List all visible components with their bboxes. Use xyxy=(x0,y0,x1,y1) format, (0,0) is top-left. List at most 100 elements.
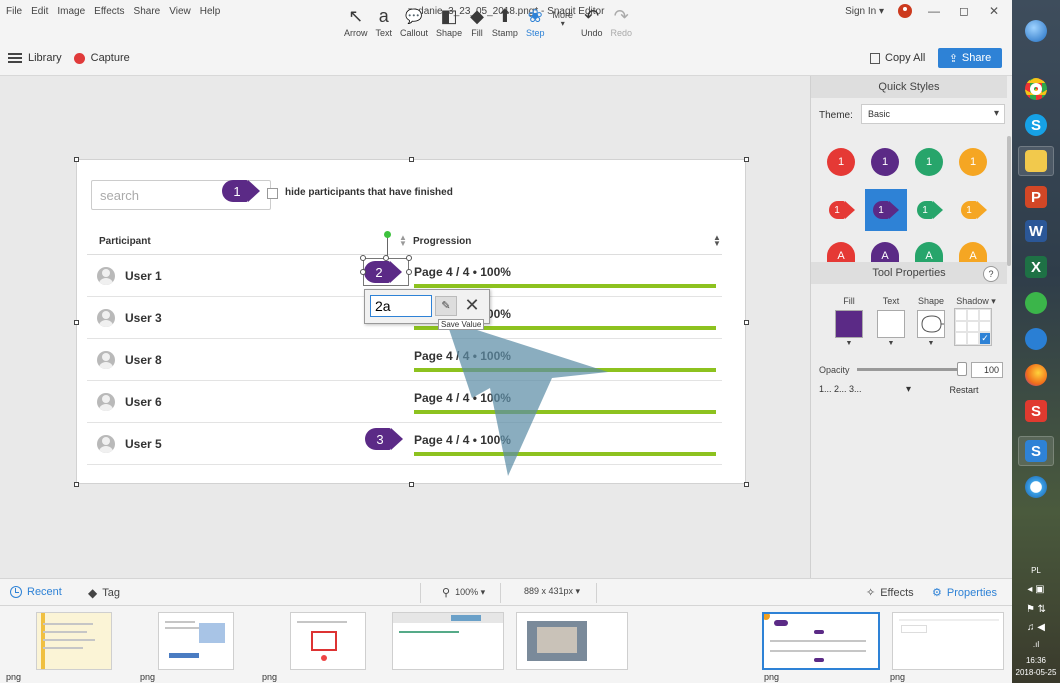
tool-fill[interactable]: ◆ Fill xyxy=(466,0,488,38)
menu-effects[interactable]: Effects xyxy=(94,6,124,17)
shape-swatch[interactable] xyxy=(917,310,945,338)
shadow-cell[interactable] xyxy=(979,320,991,332)
quick-style-step-arrow[interactable]: 1 xyxy=(961,201,987,219)
resize-handle[interactable] xyxy=(74,320,79,325)
theme-select[interactable]: Basic xyxy=(861,104,1005,124)
selection-handle[interactable] xyxy=(360,255,366,261)
taskbar-snagit-red[interactable]: S xyxy=(1018,396,1054,426)
menu-view[interactable]: View xyxy=(169,6,191,17)
selection-handle[interactable] xyxy=(383,255,389,261)
sort-icon[interactable]: ▲ ▼ xyxy=(713,234,721,248)
quick-style-letter[interactable]: A xyxy=(827,242,855,262)
tool-undo[interactable]: ↶ Undo xyxy=(577,0,607,38)
image-size-select[interactable]: 889 x 431px ▾ xyxy=(524,586,580,597)
tool-callout[interactable]: 💬 Callout xyxy=(396,0,432,38)
column-header-progression[interactable]: Progression xyxy=(413,236,471,247)
opacity-slider[interactable] xyxy=(857,368,965,371)
resize-handle[interactable] xyxy=(74,482,79,487)
quick-styles-scrollbar[interactable] xyxy=(1007,136,1011,266)
capture-thumbnail[interactable] xyxy=(158,612,234,670)
tag-button[interactable]: ◆ Tag xyxy=(88,586,120,600)
tray-icons[interactable]: ⚑ ⇅ xyxy=(1012,604,1060,615)
shadow-cell[interactable] xyxy=(955,309,967,321)
taskbar-app-green[interactable] xyxy=(1018,288,1054,318)
minimize-button[interactable]: — xyxy=(926,4,942,18)
library-button[interactable]: Library xyxy=(28,52,62,64)
close-editor-button[interactable]: ✕ xyxy=(461,292,483,318)
effects-button[interactable]: ✧ Effects xyxy=(866,586,914,600)
capture-thumbnail[interactable] xyxy=(290,612,366,670)
table-row[interactable]: User 8 Page 4 / 4 • 100% xyxy=(87,339,722,381)
user-account-icon[interactable] xyxy=(898,4,912,18)
selection-handle[interactable] xyxy=(406,269,412,275)
resize-handle[interactable] xyxy=(409,482,414,487)
text-dropdown-icon[interactable]: ▼ xyxy=(877,340,905,348)
quick-style-number[interactable]: 1 xyxy=(915,148,943,176)
share-button[interactable]: ⇪ Share xyxy=(938,48,1002,68)
step-selection-box[interactable] xyxy=(363,258,409,286)
shadow-cell[interactable] xyxy=(967,332,979,345)
sort-icon[interactable]: ▲ ▼ xyxy=(399,234,407,248)
taskbar-chrome[interactable] xyxy=(1018,74,1054,104)
resize-handle[interactable] xyxy=(409,157,414,162)
fill-dropdown-icon[interactable]: ▼ xyxy=(835,340,863,348)
numbering-select[interactable]: 1... 2... 3... xyxy=(819,384,911,400)
tray-icons[interactable]: ◂ ▣ xyxy=(1012,584,1060,595)
quick-style-number[interactable]: 1 xyxy=(827,148,855,176)
copy-all-button[interactable]: Copy All xyxy=(870,52,925,64)
taskbar-excel[interactable]: X xyxy=(1018,252,1054,282)
quick-style-step-arrow[interactable]: 1 xyxy=(873,201,899,219)
clock-date[interactable]: 2018-05-25 xyxy=(1012,668,1060,677)
capture-thumbnail[interactable] xyxy=(892,612,1004,670)
capture-record-icon[interactable] xyxy=(73,52,85,64)
selection-handle[interactable] xyxy=(360,269,366,275)
taskbar-powerpoint[interactable]: P xyxy=(1018,182,1054,212)
maximize-button[interactable]: ◻ xyxy=(956,4,972,18)
menu-share[interactable]: Share xyxy=(134,6,161,17)
tool-step[interactable]: ❀ Step xyxy=(522,0,549,38)
sign-in-button[interactable]: Sign In ▾ xyxy=(845,6,884,17)
step-marker-3[interactable]: 3 xyxy=(365,428,403,450)
column-header-participant[interactable]: Participant xyxy=(99,236,151,247)
selection-handle[interactable] xyxy=(406,255,412,261)
clock-time[interactable]: 16:36 xyxy=(1012,656,1060,665)
quick-style-letter[interactable]: A xyxy=(915,242,943,262)
shadow-cell[interactable] xyxy=(955,320,967,332)
tool-text[interactable]: a Text xyxy=(372,0,397,38)
capture-thumbnail[interactable] xyxy=(392,612,504,670)
menu-file[interactable]: File xyxy=(6,6,22,17)
opacity-slider-handle[interactable] xyxy=(957,362,967,376)
resize-handle[interactable] xyxy=(74,157,79,162)
taskbar-snagit-editor[interactable]: S xyxy=(1018,436,1054,466)
tool-redo[interactable]: ↷ Redo xyxy=(606,0,636,38)
capture-thumbnail-selected[interactable] xyxy=(762,612,880,670)
taskbar-firefox[interactable] xyxy=(1018,360,1054,390)
menu-image[interactable]: Image xyxy=(57,6,85,17)
tool-stamp[interactable]: ⬆ Stamp xyxy=(488,0,522,38)
text-color-swatch[interactable] xyxy=(877,310,905,338)
recent-button[interactable]: Recent xyxy=(10,586,62,598)
capture-button[interactable]: Capture xyxy=(91,52,130,64)
menu-help[interactable]: Help xyxy=(200,6,221,17)
quick-style-step-arrow[interactable]: 1 xyxy=(829,201,855,219)
taskbar-explorer[interactable] xyxy=(1018,146,1054,176)
taskbar-word[interactable]: W xyxy=(1018,216,1054,246)
zoom-select[interactable]: ⚲ 100% ▾ xyxy=(442,586,485,599)
restart-button[interactable]: Restart xyxy=(923,381,1005,399)
tool-shape[interactable]: ◧ Shape xyxy=(432,0,466,38)
shadow-cell[interactable] xyxy=(967,320,979,332)
rotation-handle[interactable] xyxy=(384,231,391,238)
taskbar-app-globe[interactable] xyxy=(1018,324,1054,354)
table-row[interactable]: User 6 Page 4 / 4 • 100% xyxy=(87,381,722,423)
shadow-cell[interactable] xyxy=(955,332,967,345)
tool-arrow[interactable]: ↖ Arrow xyxy=(340,0,372,38)
taskbar-opera[interactable] xyxy=(1018,472,1054,502)
capture-thumbnail[interactable] xyxy=(516,612,628,670)
properties-button[interactable]: ⚙ Properties xyxy=(932,586,997,600)
resize-handle[interactable] xyxy=(744,320,749,325)
shadow-cell[interactable] xyxy=(967,309,979,321)
shadow-grid[interactable]: ✓ xyxy=(954,308,992,346)
tool-more[interactable]: More ▾ xyxy=(548,0,577,38)
capture-thumbnail[interactable] xyxy=(36,612,112,670)
quick-style-letter[interactable]: A xyxy=(959,242,987,262)
